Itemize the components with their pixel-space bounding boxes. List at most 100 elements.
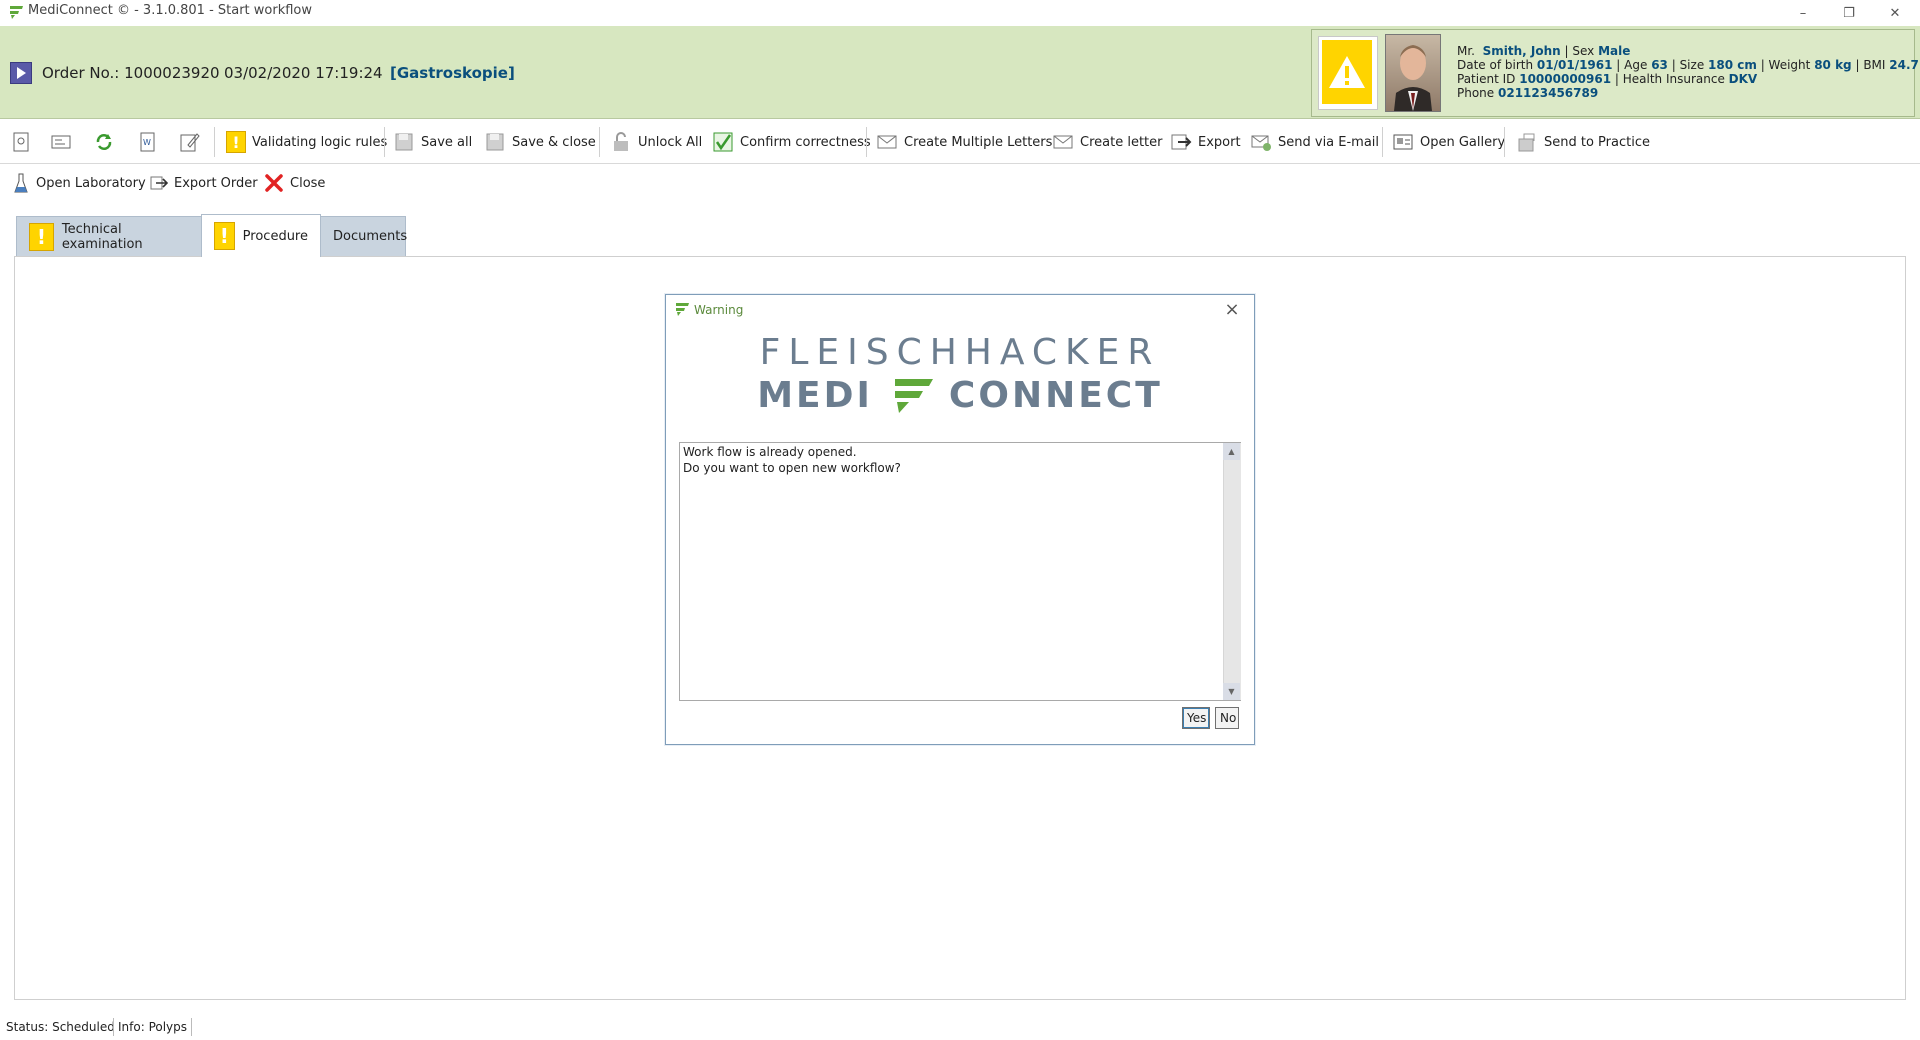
- minimize-button[interactable]: –: [1780, 0, 1826, 26]
- toolbar-separator: [599, 127, 600, 157]
- insurance-label: Health Insurance: [1622, 72, 1725, 86]
- message-text: Work flow is already opened. Do you want…: [683, 445, 901, 475]
- tab-technical-examination[interactable]: ! Technical examination: [16, 216, 202, 256]
- brand-line-fleischhacker: FLEISCHHACKER: [759, 332, 1161, 373]
- warning-icon[interactable]: [1322, 40, 1372, 104]
- flask-icon: [14, 173, 28, 193]
- phone-label: Phone: [1457, 86, 1495, 100]
- patient-title: Mr.: [1457, 44, 1475, 58]
- restore-button[interactable]: ❐: [1826, 0, 1872, 26]
- patient-record-button[interactable]: [10, 128, 32, 156]
- yes-button[interactable]: Yes: [1182, 707, 1210, 729]
- brand-word-connect: CONNECT: [948, 374, 1163, 416]
- toolbar-divider: [0, 163, 1920, 164]
- export-order-button[interactable]: Export Order: [150, 170, 258, 196]
- edit-button[interactable]: [178, 128, 200, 156]
- info-text: Info: Polyps: [118, 1020, 188, 1034]
- export-button[interactable]: Export: [1170, 128, 1241, 156]
- document-icon: W: [140, 132, 155, 152]
- toolbar-separator: [1382, 127, 1383, 157]
- tab-label: Technical examination: [61, 221, 143, 252]
- close-button[interactable]: Close: [264, 170, 325, 196]
- unlock-all-button[interactable]: Unlock All: [610, 128, 702, 156]
- status-separator: [191, 1018, 192, 1036]
- size-label: Size: [1679, 58, 1705, 72]
- save-close-button[interactable]: Save & close: [484, 128, 596, 156]
- unlock-all-label: Unlock All: [638, 134, 703, 150]
- envelope-icon: [1053, 135, 1073, 149]
- patient-id: 10000000961: [1519, 72, 1612, 86]
- order-number: Order No.: 1000023920: [42, 64, 220, 82]
- validating-label: Validating logic rules: [252, 134, 388, 150]
- create-multiple-letters-button[interactable]: Create Multiple Letters: [876, 128, 1052, 156]
- patient-dob: 01/01/1961: [1536, 58, 1613, 72]
- unlock-icon: [614, 132, 628, 151]
- order-datetime: 03/02/2020 17:19:24: [224, 64, 383, 82]
- tab-label: Documents: [333, 229, 408, 244]
- send-email-label: Send via E-mail: [1278, 134, 1380, 150]
- sex-label: Sex: [1572, 44, 1595, 58]
- age-label: Age: [1624, 58, 1648, 72]
- patient-weight: 80 kg: [1814, 58, 1852, 72]
- no-button[interactable]: No: [1215, 707, 1239, 729]
- save-icon: [486, 133, 504, 151]
- patient-photo: [1385, 34, 1441, 112]
- patient-card-button[interactable]: [50, 128, 72, 156]
- window-close-button[interactable]: ✕: [1872, 0, 1918, 26]
- open-laboratory-button[interactable]: Open Laboratory: [12, 170, 146, 196]
- tab-documents[interactable]: Documents: [320, 216, 408, 256]
- warning-icon: !: [226, 131, 246, 153]
- message-textarea[interactable]: [679, 442, 1241, 701]
- patient-name: Smith, John: [1482, 44, 1561, 58]
- send-practice-icon: [1518, 133, 1535, 152]
- gallery-icon: [1393, 134, 1413, 150]
- send-practice-label: Send to Practice: [1544, 134, 1650, 150]
- send-to-practice-button[interactable]: Send to Practice: [1516, 128, 1650, 156]
- status-bar: [0, 1016, 1920, 1040]
- scroll-up-icon[interactable]: ▲: [1223, 443, 1240, 460]
- window-title: MediConnect © - 3.1.0.801 - Start workfl…: [28, 3, 313, 18]
- word-document-button[interactable]: W: [136, 128, 158, 156]
- patient-phone: 021123456789: [1498, 86, 1599, 100]
- status-separator: [113, 1018, 114, 1036]
- edit-icon: [180, 133, 200, 152]
- patient-insurance: DKV: [1728, 72, 1758, 86]
- brand-word-medi: MEDI: [757, 374, 873, 416]
- send-email-button[interactable]: Send via E-mail: [1250, 128, 1379, 156]
- email-icon: [1251, 135, 1271, 151]
- tab-label: Procedure: [242, 228, 308, 244]
- message-scrollbar[interactable]: [1223, 443, 1241, 700]
- validating-logic-rules-button[interactable]: ! Validating logic rules: [226, 128, 387, 156]
- scroll-down-icon[interactable]: ▼: [1223, 683, 1240, 700]
- open-gallery-button[interactable]: Open Gallery: [1392, 128, 1505, 156]
- tab-procedure[interactable]: ! Procedure: [201, 214, 321, 257]
- app-logo-icon: [10, 6, 23, 19]
- export-icon: [1171, 134, 1192, 150]
- id-card-icon: [51, 135, 71, 149]
- patient-size: 180 cm: [1708, 58, 1757, 72]
- brand-logo-icon: [894, 379, 933, 413]
- confirm-label: Confirm correctness: [740, 134, 871, 150]
- envelope-icon: [877, 135, 897, 149]
- save-icon: [395, 133, 413, 151]
- dialog-title: Warning: [694, 303, 744, 317]
- status-text: Status: Scheduled: [6, 1020, 115, 1034]
- refresh-button[interactable]: [93, 128, 115, 156]
- create-letter-label: Create letter: [1080, 134, 1163, 150]
- svg-text:W: W: [143, 138, 151, 147]
- dialog-close-icon[interactable]: ×: [1222, 300, 1242, 320]
- export-order-label: Export Order: [174, 175, 258, 191]
- save-close-label: Save & close: [512, 134, 596, 150]
- export-label: Export: [1198, 134, 1241, 150]
- brand-line-mediconnect: MEDI CONNECT: [665, 372, 1255, 418]
- toolbar-separator: [1504, 127, 1505, 157]
- open-gallery-label: Open Gallery: [1420, 134, 1506, 150]
- patient-record-icon: [13, 132, 29, 152]
- create-letter-button[interactable]: Create letter: [1052, 128, 1162, 156]
- start-workflow-icon[interactable]: [10, 62, 32, 84]
- save-all-button[interactable]: Save all: [393, 128, 472, 156]
- save-all-label: Save all: [421, 134, 473, 150]
- confirm-correctness-button[interactable]: Confirm correctness: [712, 128, 871, 156]
- patient-bmi: 24.7: [1889, 58, 1919, 72]
- checkmark-icon: [713, 132, 733, 152]
